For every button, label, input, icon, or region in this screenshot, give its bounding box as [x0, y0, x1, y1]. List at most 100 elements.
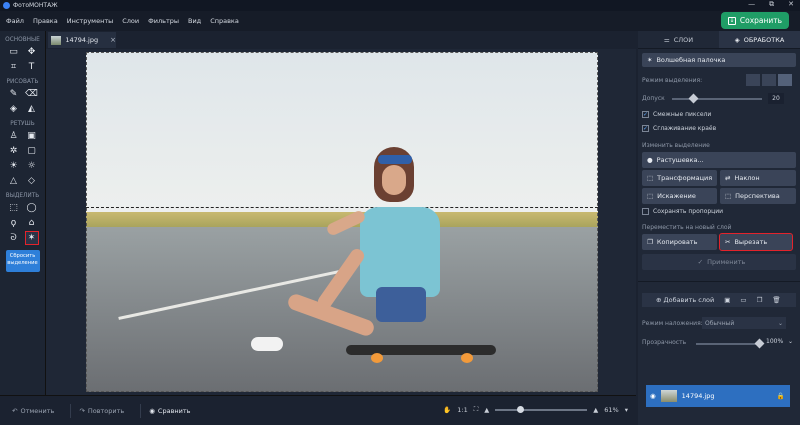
lasso-icon[interactable]: ϙ [8, 217, 20, 229]
processing-icon: ◈ [734, 35, 740, 44]
save-button[interactable]: ↓ Сохранить [721, 12, 789, 29]
crop-tool-icon[interactable]: ⌗ [8, 61, 20, 73]
distort-label: Искажение [657, 192, 696, 200]
visibility-eye-icon[interactable]: ◉ [650, 392, 656, 400]
tolerance-value[interactable]: 20 [768, 93, 784, 104]
fill-tool-icon[interactable]: ◈ [8, 103, 20, 115]
layer-item[interactable]: ◉ 14794.jpg 🔒 [646, 385, 790, 407]
opacity-slider-knob[interactable] [754, 338, 765, 349]
app-logo-icon [3, 2, 10, 9]
zoom-slider[interactable] [495, 405, 588, 413]
mode-new-icon[interactable] [746, 74, 760, 86]
opacity-label: Прозрачность [642, 339, 687, 346]
add-layer-button[interactable]: ⊕ Добавить слой [656, 296, 714, 304]
patch-tool-icon[interactable]: ▣ [26, 130, 38, 142]
brightness-tool-icon[interactable]: ☼ [26, 160, 38, 172]
tolerance-slider-knob[interactable] [688, 93, 699, 104]
undo-button[interactable]: ↶ Отменить [12, 407, 54, 415]
eraser-tool-icon[interactable]: ⌫ [25, 88, 38, 100]
transform-button[interactable]: ⬚ Трансформация [642, 170, 717, 186]
distort-button[interactable]: ⬚ Искажение [642, 188, 717, 204]
transform-label: Трансформация [657, 174, 713, 182]
text-tool-icon[interactable]: T [26, 61, 38, 73]
duplicate-icon[interactable]: ❐ [757, 296, 763, 304]
keep-proportions-checkbox[interactable]: Сохранять пропорции [642, 208, 723, 215]
menu-view[interactable]: Вид [188, 17, 201, 25]
redo-label: Повторить [87, 406, 125, 415]
mode-subtract-icon[interactable] [778, 74, 792, 86]
layer-name: 14794.jpg [681, 392, 715, 400]
lock-icon[interactable]: 🔒 [777, 392, 785, 400]
mode-add-icon[interactable] [762, 74, 776, 86]
canvas-border [86, 52, 598, 392]
reset-selection-button[interactable]: Сбросить выделение [5, 250, 40, 272]
blend-mode-select[interactable]: Обычный ⌄ [702, 317, 786, 329]
right-panel: ⚌ СЛОИ ◈ ОБРАБОТКА ✶ Волшебная палочка Режи… [638, 31, 800, 425]
tab-layers[interactable]: ⚌ СЛОИ [638, 31, 719, 48]
triangle-tool-icon[interactable]: △ [8, 175, 20, 187]
drop-tool-icon[interactable]: ◇ [26, 175, 38, 187]
tolerance-slider[interactable] [672, 93, 762, 104]
stamp-tool-icon[interactable]: ♙ [8, 130, 20, 142]
undo-icon: ↶ [12, 406, 18, 415]
ellipse-select-icon[interactable]: ◯ [26, 202, 38, 214]
apply-label: Применить [707, 258, 746, 266]
perspective-button[interactable]: ⬚ Перспектива [720, 188, 796, 204]
app-title: ФотоМОНТАЖ [13, 2, 58, 9]
contiguous-checkbox[interactable]: ✓ Смежные пиксели [642, 111, 711, 118]
transform-icon: ⬚ [647, 174, 654, 182]
skew-button[interactable]: ⇄ Наклон [720, 170, 796, 186]
add-layer-label: Добавить слой [663, 296, 715, 304]
zoom-slider-knob[interactable] [517, 405, 525, 413]
cut-button[interactable]: ✂ Вырезать [719, 233, 793, 251]
maximize-button[interactable]: ⧉ [769, 0, 774, 9]
shapes-tool-icon[interactable]: ◭ [26, 103, 38, 115]
document-tab-close-icon[interactable]: × [110, 36, 116, 44]
edit-selection-label: Изменить выделение [642, 142, 710, 149]
copy-button[interactable]: ❐ Копировать [642, 234, 717, 250]
compare-button[interactable]: ◉ Сравнить [149, 407, 190, 415]
actual-size-button[interactable]: 1:1 [457, 406, 467, 414]
magnetic-lasso-icon[interactable]: ᘐ [8, 232, 20, 244]
frame-tool-icon[interactable]: ▢ [26, 145, 38, 157]
select-tool-icon[interactable]: ▭ [8, 46, 20, 58]
close-button[interactable]: ✕ [788, 0, 794, 9]
blur-tool-icon[interactable]: ✲ [8, 145, 20, 157]
tab-processing[interactable]: ◈ ОБРАБОТКА [719, 31, 800, 48]
zoom-dropdown-icon[interactable]: ▾ [625, 406, 628, 414]
blend-mode-value: Обычный [705, 319, 735, 327]
polygon-lasso-icon[interactable]: ⌂ [26, 217, 38, 229]
hand-tool-icon[interactable]: ✋ [443, 406, 451, 414]
zoom-in-icon[interactable]: ▲ [593, 406, 598, 414]
redo-button[interactable]: ↷ Повторить [79, 407, 124, 415]
apply-button[interactable]: ✓ Применить [642, 254, 796, 270]
feather-button[interactable]: ● Растушевка... [642, 152, 796, 168]
magic-wand-tool-button[interactable]: ✶ Волшебная палочка [642, 53, 796, 67]
minimize-button[interactable]: — [748, 0, 755, 9]
antialias-checkbox[interactable]: ✓ Сглаживание краёв [642, 125, 716, 132]
blend-mode-label: Режим наложения: [642, 320, 703, 327]
menu-file[interactable]: Файл [6, 17, 24, 25]
rect-select-icon[interactable]: ⬚ [8, 202, 20, 214]
menu-filters[interactable]: Фильтры [148, 17, 179, 25]
fit-screen-icon[interactable]: ⛶ [474, 405, 479, 414]
opacity-chevron-icon[interactable]: ⌄ [788, 338, 793, 345]
zoom-out-icon[interactable]: ▲ [484, 406, 489, 414]
move-tool-icon[interactable]: ✥ [26, 46, 38, 58]
brush-tool-icon[interactable]: ✎ [8, 88, 20, 100]
document-tab[interactable]: 14794.jpg × [48, 32, 116, 48]
copy-label: Копировать [656, 238, 698, 246]
distort-icon: ⬚ [647, 192, 654, 200]
menu-layers[interactable]: Слои [122, 17, 139, 25]
opacity-slider[interactable] [696, 338, 765, 349]
menu-help[interactable]: Справка [210, 17, 239, 25]
image-layer-icon[interactable]: ▣ [724, 296, 730, 304]
magic-wand-icon[interactable]: ✶ [24, 231, 39, 245]
sun-tool-icon[interactable]: ☀ [8, 160, 20, 172]
undo-label: Отменить [20, 406, 55, 415]
contiguous-check-icon: ✓ [642, 111, 649, 118]
folder-icon[interactable]: ▭ [740, 296, 746, 304]
menu-edit[interactable]: Правка [33, 17, 58, 25]
trash-icon[interactable]: 🗑 [772, 296, 780, 304]
menu-tools[interactable]: Инструменты [67, 17, 114, 25]
